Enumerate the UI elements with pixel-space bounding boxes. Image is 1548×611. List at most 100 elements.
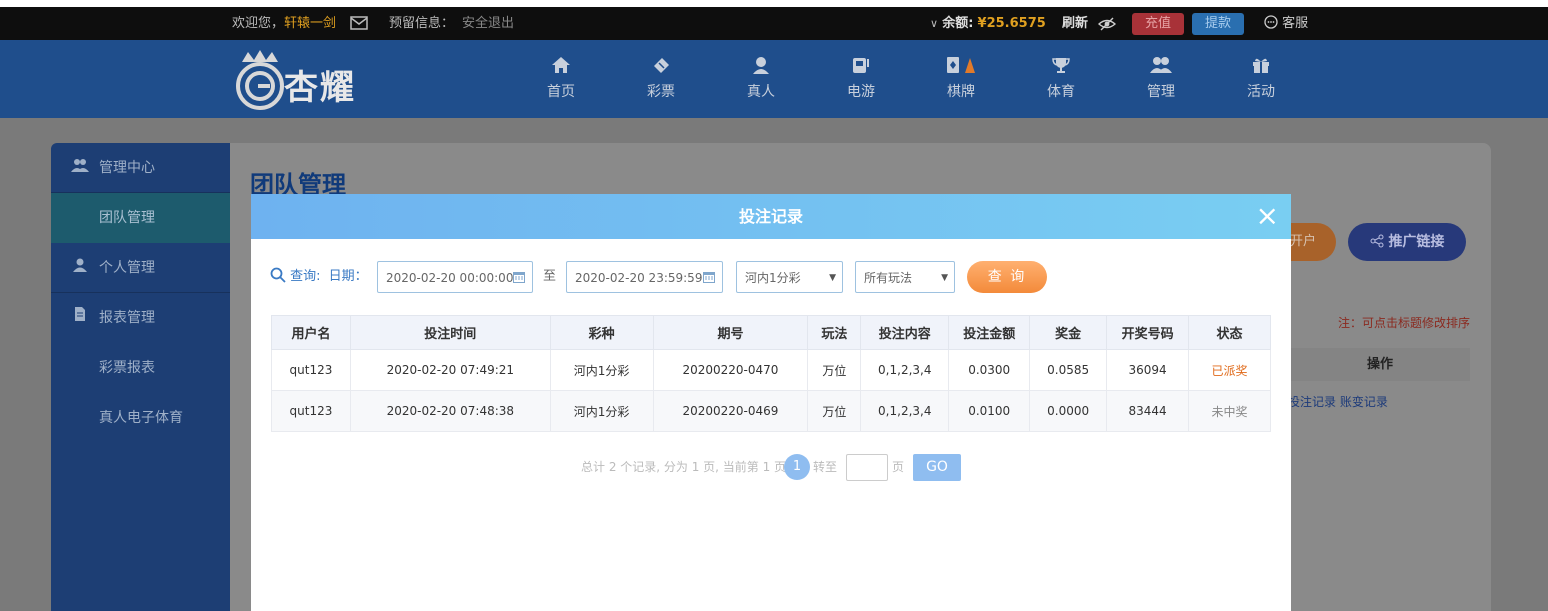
customer-service-link[interactable]: 客服	[1264, 7, 1308, 40]
calendar-icon[interactable]	[512, 262, 526, 294]
nav-lottery[interactable]: 彩票	[631, 52, 691, 101]
col-header[interactable]: 期号	[652, 315, 809, 350]
cell-bet-time: 2020-02-20 07:49:21	[349, 349, 551, 391]
cell-amount: 0.0100	[948, 390, 1031, 432]
document-icon	[71, 293, 89, 343]
cell-issue: 20200220-0469	[652, 390, 809, 432]
go-button[interactable]: GO	[913, 454, 961, 481]
sidebar: 管理中心 团队管理 个人管理 报表管理 彩票报表 真人电子体育	[51, 143, 230, 611]
col-header[interactable]: 投注时间	[349, 315, 551, 350]
dealer-icon	[731, 52, 791, 78]
table-header-row: 用户名 投注时间 彩种 期号 玩法 投注内容 投注金额 奖金 开奖号码 状态	[271, 315, 1271, 350]
bet-records-modal: 投注记录 × 查询: 日期： 2020-02-20 00:00:00 至 202…	[251, 194, 1291, 611]
col-header[interactable]: 彩种	[549, 315, 654, 350]
cell-status: 已派奖	[1188, 349, 1271, 391]
eye-off-icon[interactable]	[1097, 7, 1117, 40]
promo-link-button[interactable]: 推广链接	[1348, 223, 1466, 261]
nav-sports[interactable]: 体育	[1031, 52, 1091, 101]
cell-bet-time: 2020-02-20 07:48:38	[349, 390, 551, 432]
date-range-separator: 至	[543, 269, 557, 284]
nav-home[interactable]: 首页	[531, 52, 591, 101]
cell-play: 万位	[807, 390, 862, 432]
share-icon	[1370, 234, 1384, 250]
recharge-button[interactable]: 充值	[1132, 13, 1184, 35]
reserved-info: 预留信息：	[389, 16, 455, 31]
nav-events[interactable]: 活动	[1231, 52, 1291, 101]
query-label: 查询: 日期：	[270, 261, 368, 293]
sidebar-section-personal[interactable]: 个人管理	[51, 243, 230, 293]
cell-prize: 0.0585	[1029, 349, 1108, 391]
nav-cards[interactable]: 棋牌	[931, 52, 991, 101]
top-bar: 欢迎您，轩辕一剑 预留信息： 安全退出 ∨ 余额: ¥25.6575 刷新 充值…	[0, 7, 1548, 40]
cell-username: qut123	[271, 390, 351, 432]
sidebar-item-lottery-report[interactable]: 彩票报表	[51, 343, 230, 393]
sidebar-section-reports[interactable]: 报表管理	[51, 293, 230, 343]
cell-lottery: 河内1分彩	[549, 349, 654, 391]
table-row[interactable]: qut123 2020-02-20 07:48:38 河内1分彩 2020022…	[271, 390, 1271, 432]
balance-value: ¥25.6575	[977, 16, 1046, 31]
date-from-input[interactable]: 2020-02-20 00:00:00	[377, 261, 533, 293]
caret-down-icon: ▼	[829, 273, 836, 283]
cell-amount: 0.0300	[948, 349, 1031, 391]
user-icon	[71, 243, 89, 293]
close-icon[interactable]: ×	[1256, 202, 1279, 230]
nav-live[interactable]: 真人	[731, 52, 791, 101]
account-change-link[interactable]: 账变记录	[1340, 395, 1388, 409]
sidebar-item-live-report[interactable]: 真人电子体育	[51, 393, 230, 443]
bet-records-link[interactable]: 投注记录	[1288, 395, 1336, 409]
sidebar-item-team[interactable]: 团队管理	[51, 193, 230, 243]
cell-issue: 20200220-0470	[652, 349, 809, 391]
site-logo[interactable]: 杏耀	[232, 48, 354, 116]
welcome-text: 欢迎您，轩辕一剑	[232, 16, 337, 31]
cell-status: 未中奖	[1188, 390, 1271, 432]
ticket-icon	[631, 52, 691, 78]
query-button[interactable]: 查 询	[967, 261, 1047, 293]
goto-page-input[interactable]	[846, 454, 888, 481]
mail-icon[interactable]	[350, 16, 368, 30]
trophy-icon	[1031, 52, 1091, 78]
top-strip	[0, 0, 1548, 7]
col-header[interactable]: 状态	[1188, 315, 1271, 350]
table-row[interactable]: qut123 2020-02-20 07:49:21 河内1分彩 2020022…	[271, 349, 1271, 391]
nav-manage[interactable]: 管理	[1131, 52, 1191, 101]
col-header[interactable]: 用户名	[271, 315, 351, 350]
withdraw-button[interactable]: 提款	[1192, 13, 1244, 35]
username[interactable]: 轩辕一剑	[284, 16, 336, 31]
pagination-summary: 总计 2 个记录, 分为 1 页, 当前第 1 页	[581, 460, 787, 474]
sidebar-section-admin[interactable]: 管理中心	[51, 143, 230, 193]
nav-slots[interactable]: 电游	[831, 52, 891, 101]
col-header[interactable]: 开奖号码	[1106, 315, 1190, 350]
cell-draw-number: 36094	[1106, 349, 1190, 391]
bet-records-table: 用户名 投注时间 彩种 期号 玩法 投注内容 投注金额 奖金 开奖号码 状态 q…	[271, 315, 1271, 432]
modal-header: 投注记录 ×	[251, 194, 1291, 239]
cell-lottery: 河内1分彩	[549, 390, 654, 432]
gift-icon	[1231, 52, 1291, 78]
logo-emblem-icon	[236, 50, 284, 110]
search-icon	[270, 267, 286, 284]
play-type-select[interactable]: 所有玩法 ▼	[855, 261, 955, 293]
date-to-input[interactable]: 2020-02-20 23:59:59	[566, 261, 723, 293]
lottery-select[interactable]: 河内1分彩 ▼	[736, 261, 843, 293]
cell-content: 0,1,2,3,4	[860, 390, 950, 432]
cards-icon	[931, 52, 991, 78]
logout-link[interactable]: 安全退出	[462, 7, 514, 40]
col-header[interactable]: 奖金	[1029, 315, 1108, 350]
goto-label: 转至	[813, 460, 838, 474]
logo-text: 杏耀	[284, 68, 356, 108]
modal-title: 投注记录	[738, 207, 803, 226]
users-icon	[71, 143, 89, 193]
page-unit-label: 页	[892, 460, 905, 474]
cell-username: qut123	[271, 349, 351, 391]
chevron-down-icon[interactable]: ∨	[930, 17, 938, 30]
caret-down-icon: ▼	[941, 273, 948, 283]
cell-content: 0,1,2,3,4	[860, 349, 950, 391]
cell-prize: 0.0000	[1029, 390, 1108, 432]
col-header[interactable]: 投注金额	[948, 315, 1031, 350]
main-header: 杏耀 首页 彩票 真人 电游 棋牌 体育 管理 活动	[0, 40, 1548, 118]
col-header[interactable]: 投注内容	[860, 315, 950, 350]
col-header[interactable]: 玩法	[807, 315, 862, 350]
home-icon	[531, 52, 591, 78]
calendar-icon[interactable]	[702, 262, 716, 294]
refresh-link[interactable]: 刷新	[1062, 7, 1088, 40]
page-number-current[interactable]: 1	[784, 454, 810, 480]
